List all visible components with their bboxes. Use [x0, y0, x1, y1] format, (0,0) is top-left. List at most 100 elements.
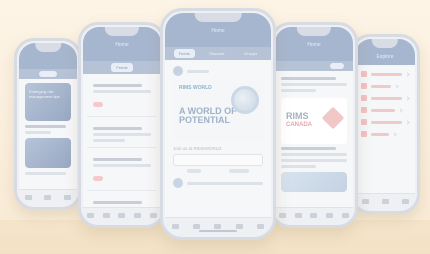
- tab-feeds[interactable]: Feeds: [173, 49, 195, 58]
- menu-icon[interactable]: [256, 224, 264, 229]
- menu-icon[interactable]: [341, 213, 349, 218]
- menu-icon[interactable]: [149, 213, 157, 218]
- rims-world-banner[interactable]: RIMS WORLD A WORLD OF POTENTIAL: [173, 80, 263, 142]
- item-icon: [361, 107, 367, 113]
- post-text: [93, 139, 125, 142]
- home-icon[interactable]: [25, 195, 33, 200]
- chevron-right-icon: [405, 95, 410, 101]
- post-title: [281, 147, 336, 150]
- bell-icon[interactable]: [401, 199, 409, 204]
- comment-button[interactable]: [229, 169, 249, 173]
- menu-item[interactable]: [361, 95, 410, 101]
- phone-screen: Home RIMS CANADA: [275, 27, 353, 223]
- item-label: [371, 120, 402, 124]
- tab-item[interactable]: [330, 63, 345, 69]
- like-button[interactable]: [187, 169, 201, 173]
- phone-notch: [371, 39, 399, 48]
- bell-icon[interactable]: [63, 195, 71, 200]
- feed-post[interactable]: [87, 153, 157, 191]
- post-text: [281, 165, 317, 168]
- post-title: [93, 201, 142, 204]
- comment-field[interactable]: [173, 154, 263, 166]
- item-icon: [361, 71, 367, 77]
- phone-screen: Explore: [355, 39, 415, 209]
- bell-icon[interactable]: [134, 213, 142, 218]
- feed-image-caption: Emerging risk management tips: [29, 89, 60, 99]
- tab-item[interactable]: [90, 63, 104, 69]
- menu-item[interactable]: [361, 107, 409, 113]
- phone-notch: [35, 43, 61, 52]
- tab-item[interactable]: [140, 63, 154, 69]
- bottom-nav: [19, 189, 77, 205]
- chat-icon[interactable]: [310, 213, 318, 218]
- home-icon[interactable]: [87, 213, 95, 218]
- post-title: [93, 84, 142, 87]
- tab-bar: [275, 61, 353, 71]
- feed-text: [25, 131, 52, 134]
- post-title: [281, 77, 336, 80]
- tag-badge: [93, 102, 103, 107]
- post-text: [281, 153, 347, 156]
- bottom-nav: [83, 207, 161, 223]
- phone-far-left: Emerging risk management tips: [14, 38, 82, 210]
- feed-post[interactable]: [87, 79, 157, 117]
- post-text: [281, 83, 347, 86]
- webinar-card[interactable]: [281, 172, 347, 192]
- tab-bar: [19, 69, 77, 79]
- menu-item[interactable]: [361, 71, 410, 77]
- bottom-nav: [355, 193, 415, 209]
- bottom-nav: [275, 207, 353, 223]
- tag-badge: [93, 176, 103, 181]
- feed-image-card[interactable]: [25, 138, 71, 168]
- menu-item[interactable]: [361, 131, 409, 137]
- rims-world-logo: RIMS WORLD: [179, 85, 212, 91]
- chevron-right-icon: [394, 83, 399, 89]
- maple-leaf-icon: [321, 106, 345, 130]
- header-title: Explore: [376, 54, 394, 60]
- tab-item[interactable]: [284, 63, 298, 69]
- post-title: [93, 127, 142, 130]
- phone-screen: Emerging risk management tips: [19, 43, 77, 205]
- chevron-right-icon: [398, 107, 403, 113]
- group-icon: [173, 178, 183, 188]
- tab-discover[interactable]: Discover: [204, 49, 230, 58]
- bell-icon[interactable]: [235, 224, 243, 229]
- post-title: [93, 158, 142, 161]
- menu-item[interactable]: [361, 119, 410, 125]
- bell-icon[interactable]: [326, 213, 334, 218]
- group-suggestion[interactable]: [173, 178, 263, 188]
- post-text: [93, 164, 151, 167]
- search-icon[interactable]: [381, 199, 389, 204]
- home-icon[interactable]: [361, 199, 369, 204]
- brand-title: RIMS: [286, 111, 309, 121]
- chat-icon[interactable]: [118, 213, 126, 218]
- item-icon: [361, 131, 367, 137]
- rims-canada-banner[interactable]: RIMS CANADA: [281, 98, 347, 144]
- feed-image-card[interactable]: Emerging risk management tips: [25, 83, 71, 121]
- search-icon[interactable]: [294, 213, 302, 218]
- home-icon[interactable]: [172, 224, 180, 229]
- phone-notch: [194, 13, 242, 22]
- brand-subtitle: CANADA: [286, 122, 312, 128]
- post-author[interactable]: [173, 66, 263, 76]
- tab-item[interactable]: [307, 63, 321, 69]
- item-label: [371, 108, 395, 112]
- feed-post[interactable]: [87, 122, 157, 148]
- search-icon[interactable]: [102, 213, 110, 218]
- tab-feeds[interactable]: Feeds: [111, 63, 133, 72]
- post-actions: [173, 169, 263, 173]
- bottom-nav: [165, 217, 271, 235]
- home-icon[interactable]: [279, 213, 287, 218]
- tab-groups[interactable]: Groups: [239, 49, 262, 58]
- header-title: Home: [211, 28, 225, 34]
- phone-left: Home Feeds: [78, 22, 166, 228]
- tab-active[interactable]: [39, 71, 57, 77]
- chat-icon[interactable]: [214, 224, 222, 229]
- chevron-right-icon: [405, 71, 410, 77]
- search-icon[interactable]: [193, 224, 201, 229]
- item-label: [371, 72, 402, 76]
- item-icon: [361, 119, 367, 125]
- phone-screen: Home Feeds: [83, 27, 161, 223]
- menu-item[interactable]: [361, 83, 409, 89]
- search-icon[interactable]: [44, 195, 52, 200]
